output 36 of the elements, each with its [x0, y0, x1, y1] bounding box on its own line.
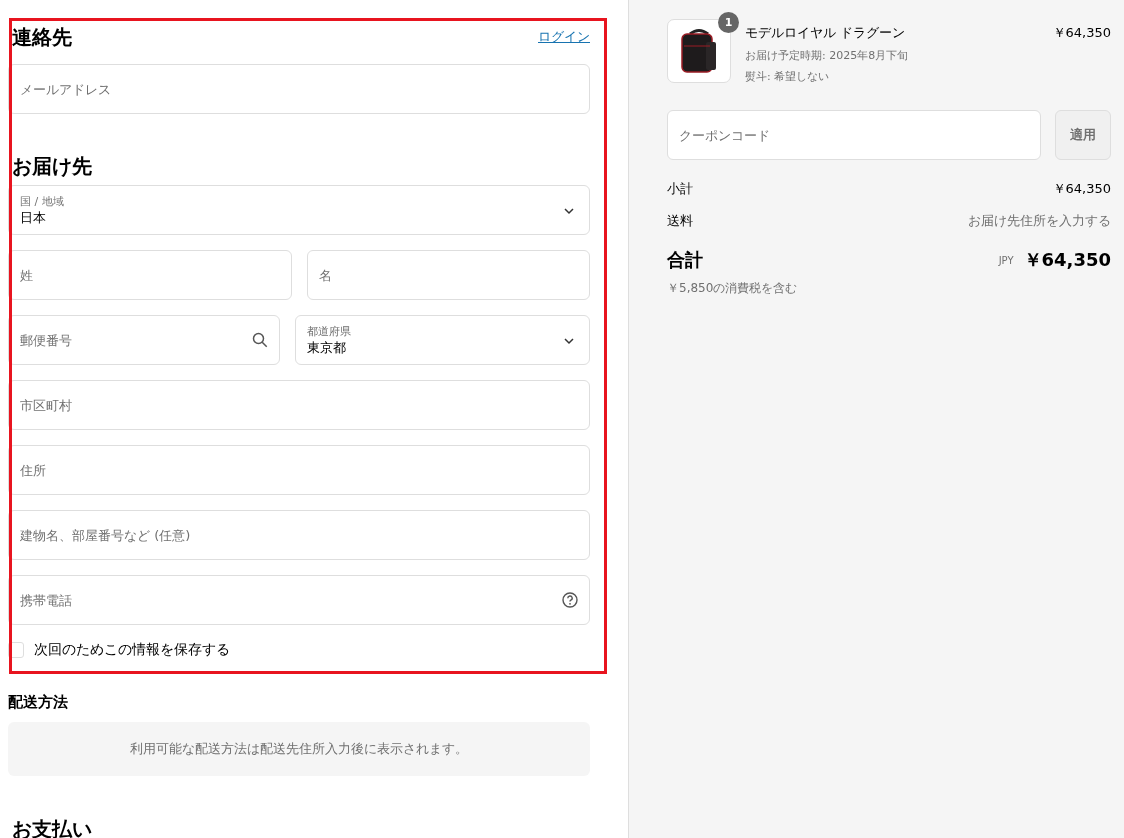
shipping-note: お届け先住所を入力する — [968, 212, 1111, 230]
total-amount: ￥64,350 — [1023, 248, 1111, 272]
section-heading: 連絡先 — [11, 23, 72, 51]
noshi-option: 熨斗: 希望しない — [745, 69, 1039, 84]
product-price: ￥64,350 — [1052, 24, 1111, 42]
email-field[interactable]: メールアドレス — [8, 64, 590, 114]
help-icon — [562, 592, 578, 608]
coupon-field[interactable]: クーポンコード — [667, 110, 1041, 160]
product-name: モデルロイヤル ドラグーン — [745, 24, 907, 42]
currency-code: JPY — [998, 254, 1014, 266]
postal-code-field[interactable]: 郵便番号 — [8, 315, 280, 365]
phone-field[interactable]: 携帯電話 — [8, 575, 590, 625]
summary-label: 送料 — [667, 212, 693, 230]
apply-button[interactable]: 適用 — [1055, 110, 1111, 160]
text-field[interactable]: 姓 — [8, 250, 292, 300]
section-heading: お届け先 — [11, 153, 92, 180]
section-heading: お支払い — [11, 815, 92, 838]
total-label: 合計 — [667, 248, 703, 272]
login-link[interactable]: ログイン — [538, 28, 590, 46]
text-field[interactable]: 建物名、部屋番号など (任意) — [8, 510, 590, 560]
shipping-notice: 利用可能な配送方法は配送先住所入力後に表示されます。 — [8, 722, 590, 776]
delivery-date: お届け予定時期: 2025年8月下旬 — [745, 48, 910, 63]
text-field[interactable]: 住所 — [8, 445, 590, 495]
section-heading: 配送方法 — [8, 693, 69, 712]
chevron-down-icon — [563, 336, 575, 346]
chevron-down-icon — [563, 206, 575, 216]
summary-amount: ￥64,350 — [1052, 180, 1111, 198]
tax-note: ￥5,850の消費税を含む — [667, 280, 799, 297]
select-field[interactable]: 国 / 地域 日本 — [8, 185, 590, 235]
search-icon — [251, 332, 268, 348]
text-field[interactable]: 市区町村 — [8, 380, 590, 430]
quantity-badge: 1 — [718, 12, 739, 33]
checkbox-label: 次回のためこの情報を保存する — [34, 641, 230, 659]
summary-label: 小計 — [667, 180, 693, 198]
text-field[interactable]: 名 — [306, 250, 590, 300]
select-field[interactable]: 都道府県 東京都 — [294, 315, 590, 365]
